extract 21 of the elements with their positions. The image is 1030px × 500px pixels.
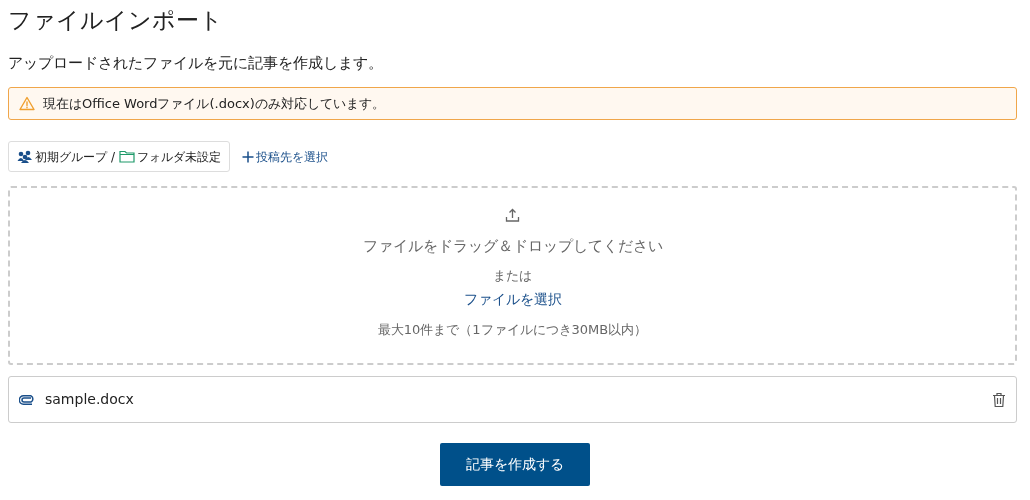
warning-icon	[19, 96, 35, 111]
group-icon	[17, 150, 33, 163]
group-name: 初期グループ	[35, 148, 107, 166]
or-text: または	[493, 266, 532, 285]
select-destination-link[interactable]: 投稿先を選択	[242, 147, 329, 166]
dropzone-instruction: ファイルをドラッグ＆ドロップしてください	[362, 236, 663, 257]
create-article-button[interactable]: 記事を作成する	[440, 443, 590, 486]
upload-limit: 最大10件まで（1ファイルにつき30MB以内）	[377, 321, 648, 339]
paperclip-icon	[19, 394, 35, 405]
select-file-link[interactable]: ファイルを選択	[463, 289, 562, 310]
delete-icon[interactable]	[992, 391, 1006, 408]
folder-icon	[119, 150, 136, 163]
page-title: ファイルインポート	[8, 6, 223, 35]
folder-name: フォルダ未設定	[137, 148, 222, 166]
page-description: アップロードされたファイルを元に記事を作成します。	[8, 53, 383, 73]
plus-icon	[242, 150, 255, 163]
alert-text: 現在はOffice Wordファイル(.docx)のみ対応しています。	[43, 94, 385, 113]
path-separator: /	[111, 148, 116, 166]
file-dropzone[interactable]: ファイルをドラッグ＆ドロップしてください または ファイルを選択 最大10件まで（1ファイルにつき30MB以内）	[8, 186, 1017, 365]
file-name: sample.docx	[45, 390, 134, 409]
upload-icon	[505, 208, 520, 223]
